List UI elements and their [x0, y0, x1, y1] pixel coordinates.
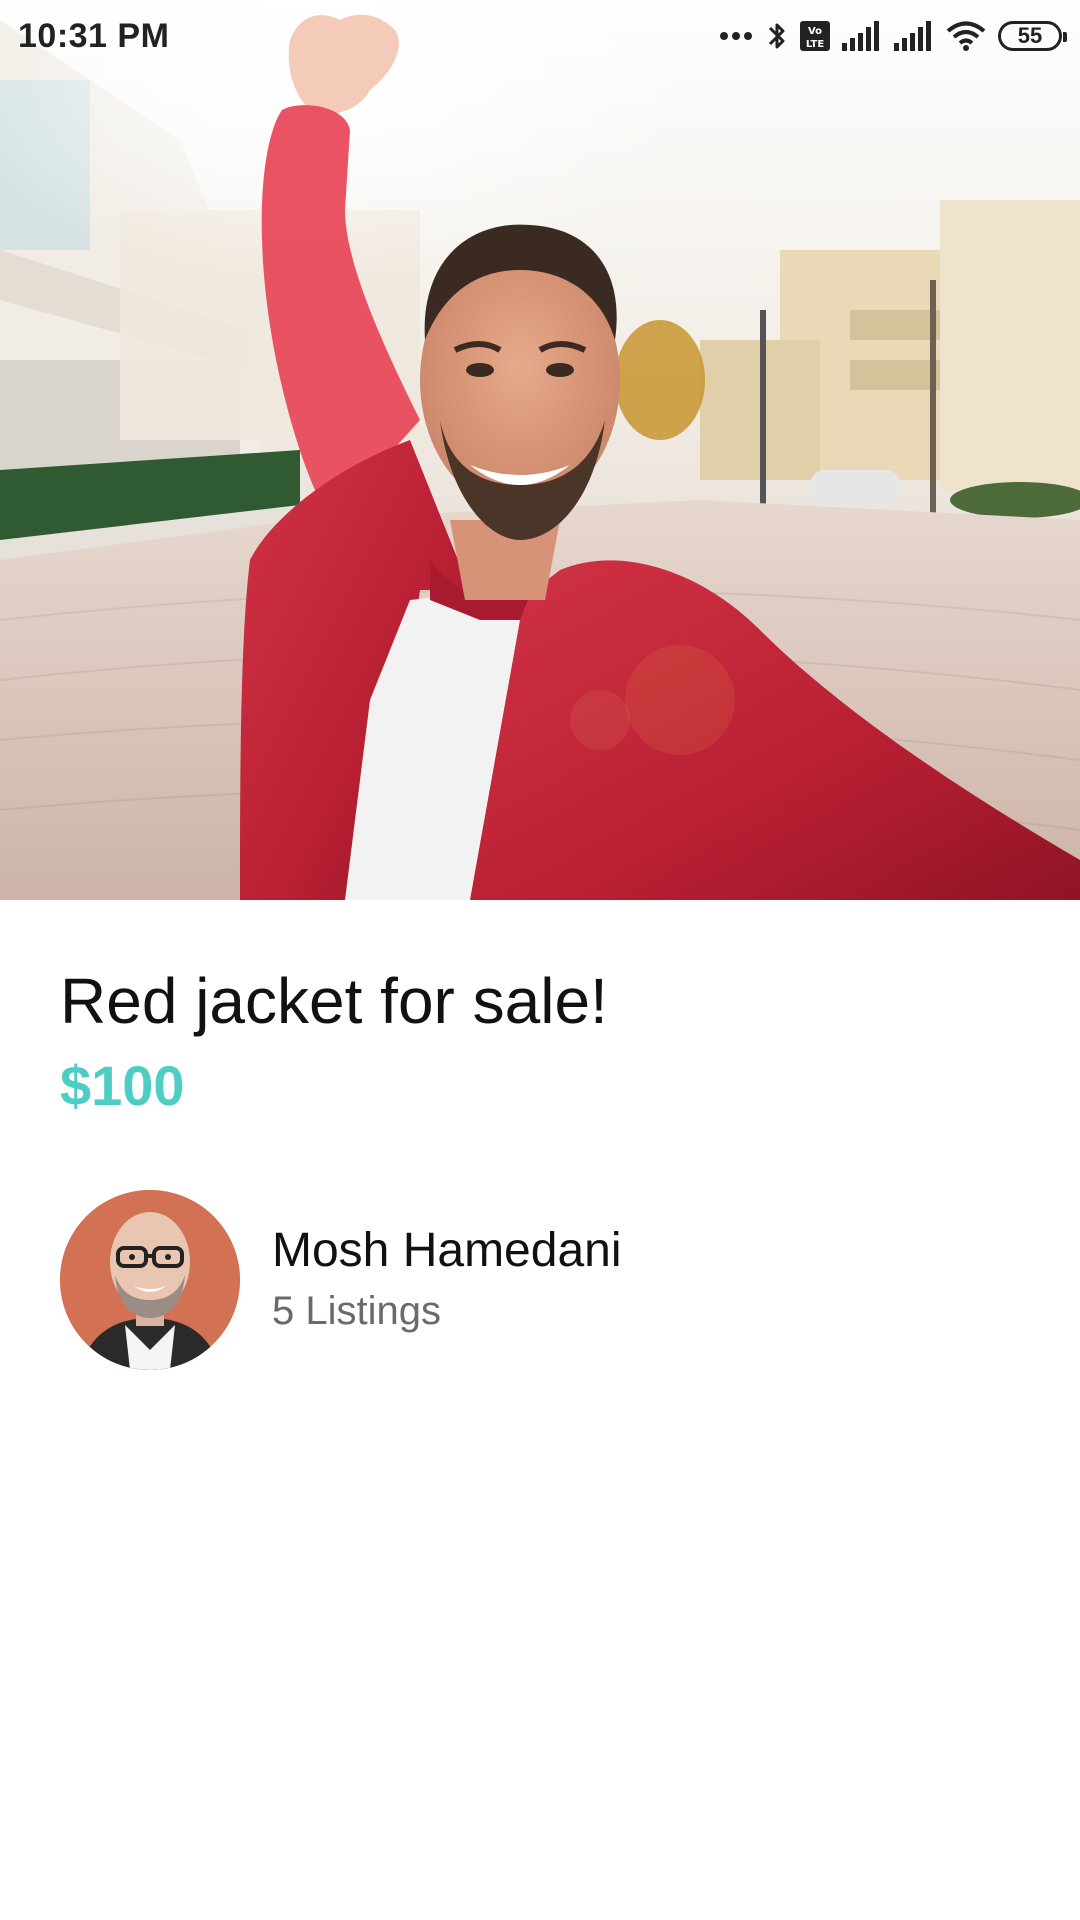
listing-details-screen: 10:31 PM Vo LTE 55 Red jacket for sale! …	[0, 0, 1080, 1920]
listing-price: $100	[60, 1054, 185, 1117]
seller-avatar-illustration	[60, 1190, 240, 1370]
status-icons: Vo LTE 55	[718, 19, 1067, 53]
volte-icon: Vo LTE	[800, 21, 830, 51]
listing-title: Red jacket for sale!	[60, 965, 608, 1037]
listing-details: Red jacket for sale! $100	[60, 960, 1020, 1122]
seller-name: Mosh Hamedani	[272, 1224, 622, 1277]
svg-text:Vo: Vo	[808, 26, 822, 37]
seller-listings-count: 5 Listings	[272, 1289, 441, 1333]
battery-level: 55	[1017, 23, 1043, 48]
signal-icon	[894, 21, 934, 51]
status-time: 10:31 PM	[18, 16, 170, 55]
avatar[interactable]	[60, 1190, 240, 1370]
bluetooth-icon	[766, 19, 788, 53]
listing-photo-illustration	[0, 0, 1080, 900]
status-bar: 10:31 PM Vo LTE 55	[0, 0, 1080, 72]
signal-icon	[842, 21, 882, 51]
listing-image[interactable]: 10:31 PM Vo LTE 55	[0, 0, 1080, 900]
wifi-icon	[946, 20, 986, 52]
battery-icon: 55	[998, 21, 1067, 51]
seller-info: Mosh Hamedani 5 Listings	[272, 1221, 622, 1339]
svg-text:LTE: LTE	[806, 39, 825, 50]
more-dots-icon	[718, 30, 754, 42]
seller-row[interactable]: Mosh Hamedani 5 Listings	[60, 1190, 622, 1370]
